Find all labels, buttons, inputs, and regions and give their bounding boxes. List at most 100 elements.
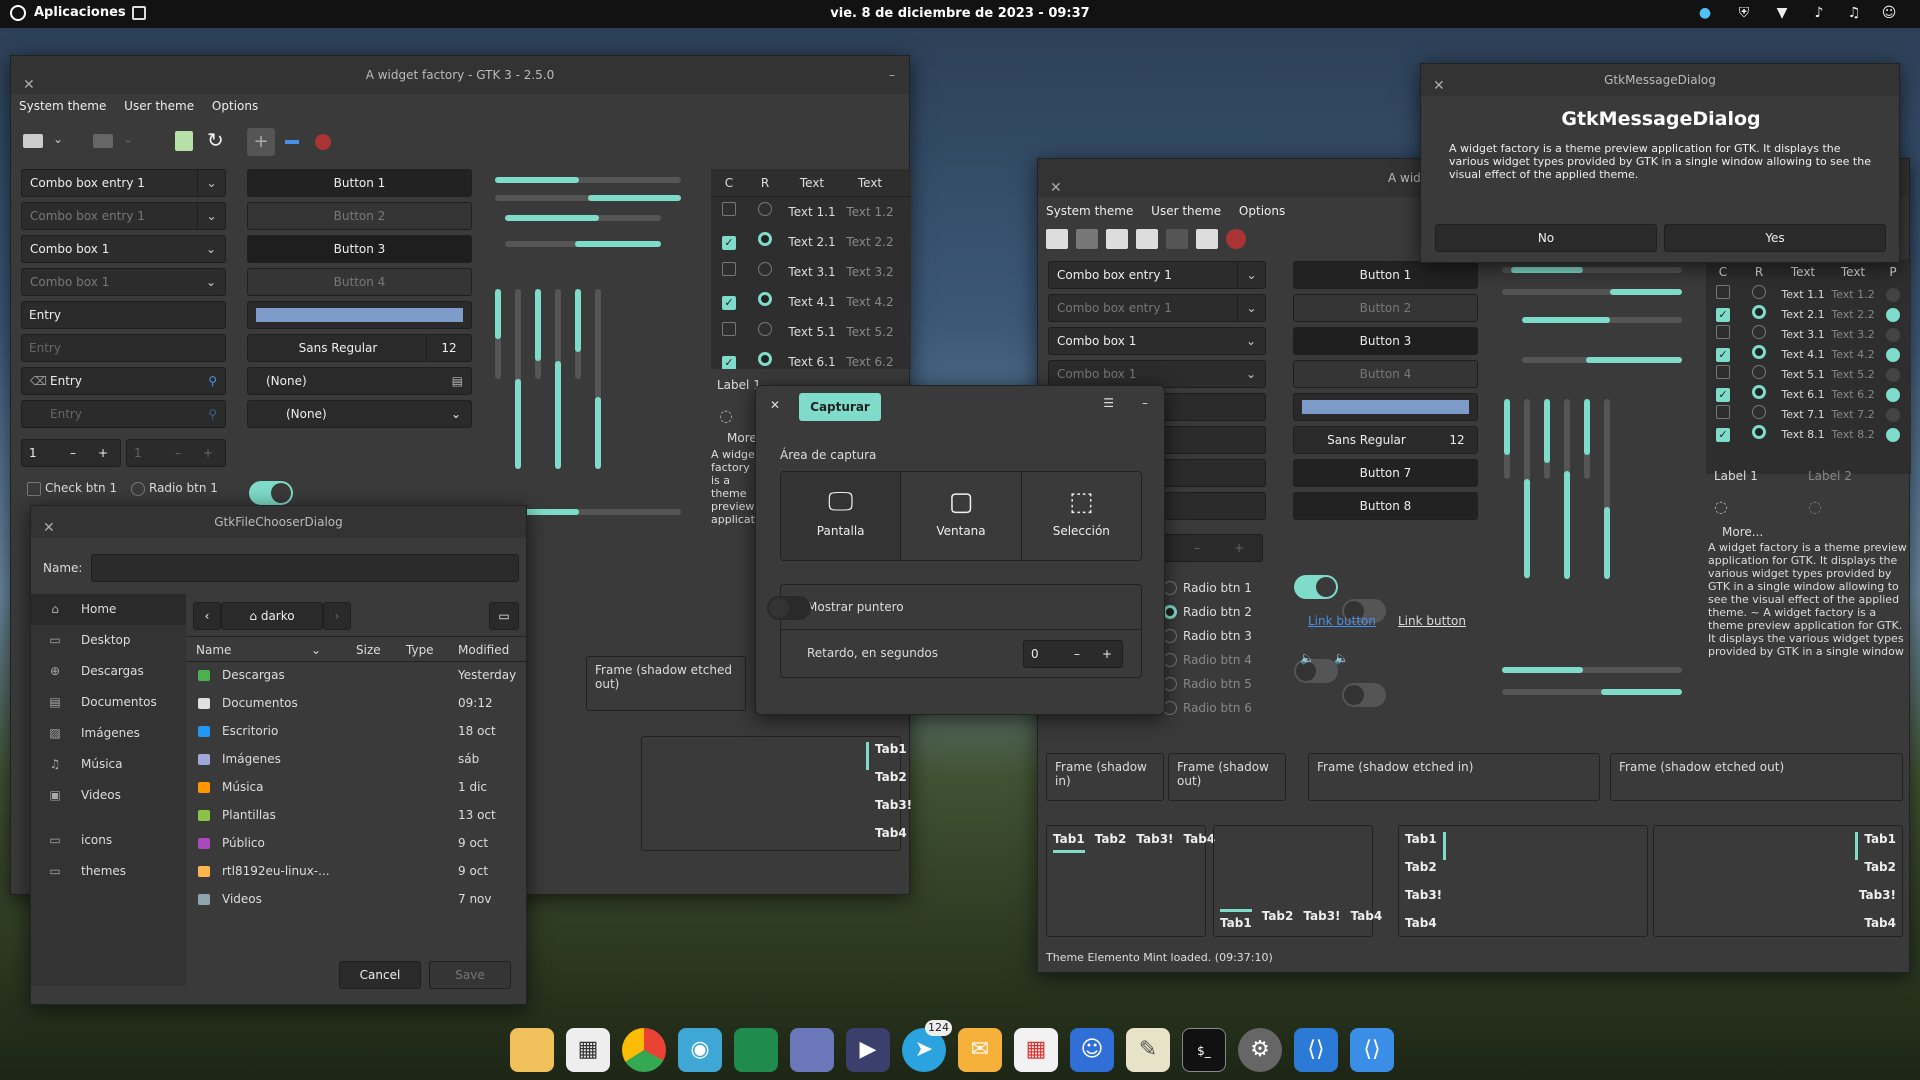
cancel-button[interactable]: Cancel xyxy=(339,961,421,989)
button-7[interactable]: Button 7 xyxy=(1293,459,1478,487)
column-text-1[interactable]: Text xyxy=(783,169,841,196)
tab-2[interactable]: Tab2 xyxy=(1262,909,1294,930)
menu-user-theme[interactable]: User theme xyxy=(1151,204,1221,218)
minus-icon[interactable]: – xyxy=(70,440,76,466)
vscode-icon[interactable]: ⟨⟩ xyxy=(1294,1028,1338,1072)
table-row[interactable]: ✓ Text 8.1 Text 8.2 xyxy=(1706,424,1911,445)
row-radio[interactable] xyxy=(758,292,772,306)
radio-button[interactable] xyxy=(1163,653,1177,667)
link-button-2[interactable]: Link button xyxy=(1398,614,1466,628)
row-checkbox[interactable]: ✓ xyxy=(1716,348,1730,362)
tab-3[interactable]: Tab3! xyxy=(1303,909,1340,930)
tab-1[interactable]: Tab1 xyxy=(1220,909,1252,930)
tab-3[interactable]: Tab3! xyxy=(1136,832,1173,853)
files-icon[interactable] xyxy=(510,1028,554,1072)
list-item[interactable]: Público 9 oct xyxy=(186,832,528,860)
column-type[interactable]: Type xyxy=(406,637,434,663)
list-item[interactable]: Imágenes sáb xyxy=(186,748,528,776)
chrome-icon[interactable] xyxy=(622,1028,666,1072)
row-checkbox[interactable] xyxy=(722,262,736,276)
row-checkbox[interactable]: ✓ xyxy=(1716,308,1730,322)
name-input[interactable] xyxy=(91,554,519,582)
sidebar-item-icons[interactable]: ▭ icons xyxy=(31,825,186,856)
stop-icon[interactable] xyxy=(315,134,331,150)
text-editor-icon[interactable]: ✎ xyxy=(1126,1028,1170,1072)
tab-2[interactable]: Tab2 xyxy=(866,770,907,798)
column-text-2[interactable]: Text xyxy=(841,169,899,196)
table-row[interactable]: ✓ Text 4.1 Text 4.2 xyxy=(711,287,911,317)
video-editor-icon[interactable]: ▶ xyxy=(846,1028,890,1072)
refresh-icon[interactable] xyxy=(1136,229,1158,249)
remove-icon[interactable] xyxy=(285,140,299,144)
row-checkbox[interactable]: ✓ xyxy=(1716,428,1730,442)
sidebar-item-descargas[interactable]: ⊕ Descargas xyxy=(31,656,186,687)
image-viewer-icon[interactable] xyxy=(790,1028,834,1072)
column-name[interactable]: Name xyxy=(196,637,231,663)
sidebar-item-documentos[interactable]: ▤ Documentos xyxy=(31,687,186,718)
radio-item[interactable]: Radio btn 2 xyxy=(1163,600,1283,624)
sidebar-item-desktop[interactable]: ▭ Desktop xyxy=(31,625,186,656)
radio-item[interactable]: Radio btn 5 xyxy=(1163,672,1283,696)
row-radio[interactable] xyxy=(1752,304,1766,319)
switch-off-3[interactable] xyxy=(1342,683,1386,707)
row-checkbox[interactable] xyxy=(722,322,736,336)
open-icon[interactable] xyxy=(1076,229,1098,249)
tab-4[interactable]: Tab4 xyxy=(1184,832,1216,853)
bell-icon[interactable]: ♪ xyxy=(1810,5,1828,23)
minus-icon[interactable]: – xyxy=(1074,641,1080,667)
column-modified[interactable]: Modified xyxy=(458,637,509,663)
software-icon[interactable]: ▦ xyxy=(566,1028,610,1072)
sidebar-item-themes[interactable]: ▭ themes xyxy=(31,856,186,887)
plus-icon[interactable]: + xyxy=(1234,535,1244,561)
button-3[interactable]: Button 3 xyxy=(1293,327,1478,355)
button-1[interactable]: Button 1 xyxy=(247,169,472,197)
radio-button[interactable] xyxy=(1163,677,1177,691)
column-c[interactable]: C xyxy=(711,169,747,196)
combo-box-1[interactable]: Combo box 1 ⌄ xyxy=(21,235,226,263)
table-row[interactable]: ✓ Text 4.1 Text 4.2 xyxy=(1706,344,1911,365)
table-row[interactable]: Text 3.1 Text 3.2 xyxy=(1706,324,1911,345)
radio-button[interactable] xyxy=(1163,581,1177,595)
sheets-icon[interactable] xyxy=(734,1028,778,1072)
chevron-down-icon[interactable]: ⌄ xyxy=(53,132,63,146)
button-1[interactable]: Button 1 xyxy=(1293,261,1478,289)
list-item[interactable]: Plantillas 13 oct xyxy=(186,804,528,832)
row-radio[interactable] xyxy=(758,232,772,246)
table-row[interactable]: Text 1.1 Text 1.2 xyxy=(711,197,911,227)
menu-icon[interactable]: ☰ xyxy=(1103,396,1114,410)
tab-3[interactable]: Tab3! xyxy=(866,798,912,826)
search-icon[interactable]: ⚲ xyxy=(208,368,217,394)
row-radio[interactable] xyxy=(758,352,772,366)
entry-with-icons[interactable]: Entry ⌫ ⚲ xyxy=(21,367,226,395)
table-row[interactable]: ✓ Text 6.1 Text 6.2 xyxy=(711,347,911,369)
tab-4[interactable]: Tab4 xyxy=(1405,916,1446,944)
button-3[interactable]: Button 3 xyxy=(247,235,472,263)
tab-2[interactable]: Tab2 xyxy=(1095,832,1127,853)
color-button[interactable] xyxy=(247,301,472,329)
close-icon[interactable]: ✕ xyxy=(43,512,55,544)
image-icon[interactable] xyxy=(1196,229,1218,249)
minus-icon[interactable]: – xyxy=(1194,535,1200,561)
font-button[interactable]: Sans Regular 12 xyxy=(247,334,472,362)
contacts-icon[interactable]: ☺ xyxy=(1070,1028,1114,1072)
capture-mode-2[interactable]: ⬚ Selección xyxy=(1022,472,1141,560)
tab-4[interactable]: Tab4 xyxy=(1855,916,1896,944)
capture-mode-1[interactable]: ▢ Ventana xyxy=(901,472,1022,560)
sidebar-item-home[interactable]: ⌂ Home xyxy=(31,594,186,625)
row-checkbox[interactable]: ✓ xyxy=(722,236,736,250)
minimize-icon[interactable]: – xyxy=(1142,396,1148,410)
list-item[interactable]: Escritorio 18 oct xyxy=(186,720,528,748)
tab-1[interactable]: Tab1 xyxy=(1405,832,1446,860)
mail-icon[interactable]: ✉ xyxy=(958,1028,1002,1072)
color-button[interactable] xyxy=(1293,393,1478,421)
calendar-icon[interactable]: ▦ xyxy=(1014,1028,1058,1072)
user-icon[interactable]: ☺ xyxy=(1880,5,1898,23)
telegram-icon[interactable]: ➤ 124 xyxy=(902,1020,952,1072)
camera-icon[interactable]: ◉ xyxy=(678,1028,722,1072)
plus-icon[interactable]: + xyxy=(1102,641,1112,667)
tab-4[interactable]: Tab4 xyxy=(1351,909,1383,930)
row-radio[interactable] xyxy=(1752,384,1766,399)
chevron-down-icon[interactable]: ⌄ xyxy=(197,170,225,196)
row-checkbox[interactable]: ✓ xyxy=(722,356,736,369)
yes-button[interactable]: Yes xyxy=(1664,224,1886,252)
